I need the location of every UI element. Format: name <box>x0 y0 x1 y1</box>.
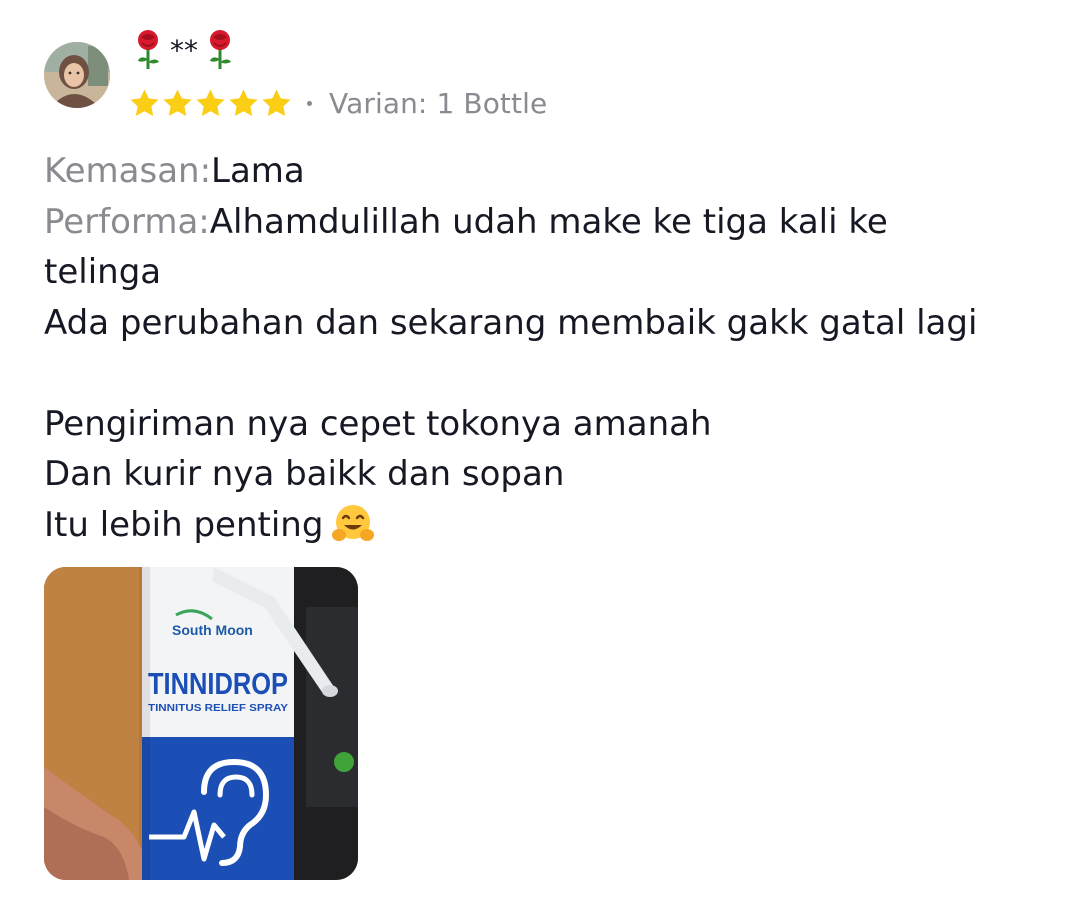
rose-icon <box>204 29 236 71</box>
review-line: Pengiriman nya cepet tokonya amanah <box>44 403 712 444</box>
star-icon <box>196 88 225 116</box>
review-card: ** Varian: 1 Bottle Kemasan:Lama Perform… <box>0 0 1080 898</box>
review-line: Ada perubahan dan sekarang membaik gakk … <box>44 302 978 343</box>
review-photo[interactable]: South Moon TINNIDROP TINNITUS RELIEF SPR… <box>44 567 358 880</box>
review-line-last: Itu lebih penting <box>44 500 1044 551</box>
review-line-text: Itu lebih penting <box>44 504 324 545</box>
rating-row: Varian: 1 Bottle <box>128 84 547 122</box>
star-icon <box>163 88 192 116</box>
packaging-value: Lama <box>211 151 305 191</box>
hugging-face-emoji-icon <box>331 502 375 546</box>
performance-value-continued: telinga <box>44 252 162 292</box>
avatar[interactable] <box>44 42 110 108</box>
variant-label: Varian: 1 Bottle <box>329 86 548 120</box>
brand-logo-text: South Moon <box>172 622 253 638</box>
review-text: Kemasan:Lama Performa:Alhamdulillah udah… <box>44 146 1044 550</box>
star-icon <box>130 88 159 116</box>
reviewer-name-text: ** <box>170 33 198 67</box>
reviewer-name: ** <box>132 28 236 72</box>
performance-label: Performa: <box>44 201 210 242</box>
rose-icon <box>132 29 164 71</box>
performance-value: Alhamdulillah udah make ke tiga kali ke <box>209 201 888 242</box>
packaging-label: Kemasan: <box>44 151 212 191</box>
star-icon <box>262 88 291 116</box>
star-rating <box>128 87 293 120</box>
performance-line: Performa:Alhamdulillah udah make ke tiga… <box>44 197 1044 248</box>
product-name-text: TINNIDROP <box>148 666 288 701</box>
separator-dot <box>307 100 312 106</box>
review-line: Dan kurir nya baikk dan sopan <box>44 454 565 494</box>
packaging-line: Kemasan:Lama <box>44 146 1044 197</box>
product-subtitle-text: TINNITUS RELIEF SPRAY <box>148 702 288 714</box>
star-icon <box>229 88 258 116</box>
